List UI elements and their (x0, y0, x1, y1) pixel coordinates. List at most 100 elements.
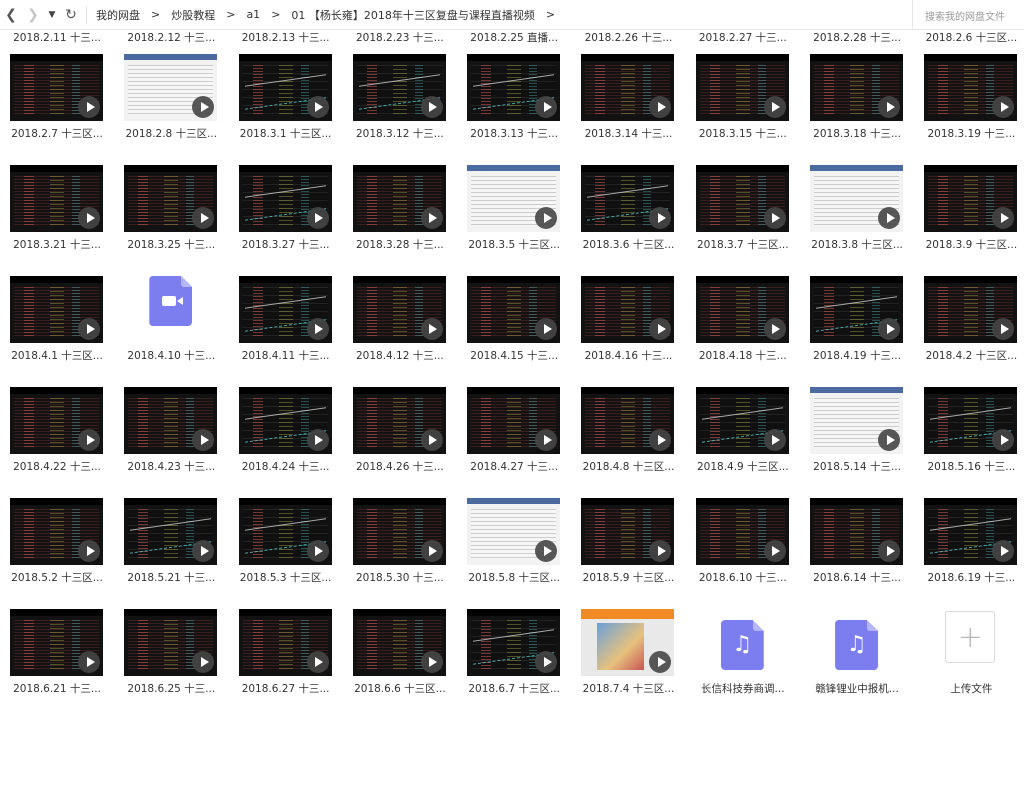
file-item[interactable]: 2018.5.9 十三区... (577, 490, 691, 601)
file-item[interactable]: ♫ 赣锋锂业中报机... (806, 601, 920, 712)
file-item[interactable]: 2018.4.27 十三... (463, 379, 577, 490)
video-thumbnail[interactable] (467, 387, 561, 454)
video-thumbnail[interactable] (124, 165, 218, 232)
video-thumbnail[interactable] (924, 165, 1018, 232)
file-item[interactable]: 2018.4.11 十三... (235, 268, 349, 379)
file-item[interactable]: 2018.4.15 十三... (463, 268, 577, 379)
video-thumbnail[interactable] (10, 165, 103, 232)
video-thumbnail[interactable] (924, 387, 1018, 454)
video-thumbnail[interactable] (467, 609, 561, 676)
video-thumbnail[interactable] (695, 276, 789, 343)
file-item[interactable]: 2018.2.7 十三区... (6, 46, 120, 157)
file-item[interactable]: 2018.2.13 十三... (235, 30, 349, 46)
file-item[interactable]: 2018.6.25 十三... (120, 601, 234, 712)
file-item[interactable]: 2018.2.26 十三... (577, 30, 691, 46)
video-thumbnail[interactable] (581, 54, 675, 121)
file-item[interactable]: 2018.4.16 十三... (577, 268, 691, 379)
play-icon[interactable] (78, 429, 100, 451)
play-icon[interactable] (420, 96, 443, 118)
play-icon[interactable] (878, 207, 901, 229)
video-thumbnail[interactable] (10, 387, 103, 454)
file-item[interactable]: 2018.5.16 十三... (920, 379, 1024, 490)
file-item[interactable]: 2018.2.23 十三... (349, 30, 463, 46)
file-item[interactable]: 2018.4.22 十三... (6, 379, 120, 490)
video-thumbnail[interactable] (238, 609, 332, 676)
video-thumbnail[interactable] (810, 276, 904, 343)
video-thumbnail[interactable] (581, 276, 675, 343)
file-item[interactable]: 2018.4.2 十三区... (920, 268, 1024, 379)
file-item[interactable]: 2018.2.6 十三区... (920, 30, 1024, 46)
play-icon[interactable] (420, 540, 443, 562)
file-item[interactable]: 2018.2.25 直播... (463, 30, 577, 46)
file-item[interactable]: 2018.4.18 十三... (692, 268, 806, 379)
video-thumbnail[interactable] (695, 387, 789, 454)
play-icon[interactable] (420, 318, 443, 340)
upload-button[interactable]: + 上传文件 (920, 601, 1024, 712)
file-item[interactable]: 2018.3.1 十三区... (235, 46, 349, 157)
file-item[interactable]: 2018.3.21 十三... (6, 157, 120, 268)
video-thumbnail[interactable] (924, 276, 1018, 343)
file-item[interactable]: 2018.4.12 十三... (349, 268, 463, 379)
play-icon[interactable] (420, 651, 443, 673)
file-item[interactable]: 2018.2.8 十三区... (120, 46, 234, 157)
file-item[interactable]: 2018.5.3 十三区... (235, 490, 349, 601)
play-icon[interactable] (763, 540, 786, 562)
file-item[interactable]: 2018.6.14 十三... (806, 490, 920, 601)
video-thumbnail[interactable] (467, 54, 561, 121)
play-icon[interactable] (420, 429, 443, 451)
file-item[interactable]: 2018.3.9 十三区... (920, 157, 1024, 268)
file-item[interactable]: 2018.3.18 十三... (806, 46, 920, 157)
plus-icon[interactable]: + (945, 611, 996, 663)
video-thumbnail[interactable] (581, 165, 675, 232)
file-item[interactable]: 2018.3.7 十三区... (692, 157, 806, 268)
file-item[interactable]: 2018.6.21 十三... (6, 601, 120, 712)
breadcrumb-item[interactable]: 我的网盘 (93, 7, 143, 23)
video-thumbnail[interactable] (238, 387, 332, 454)
video-thumbnail[interactable] (124, 498, 218, 565)
video-thumbnail[interactable] (238, 276, 332, 343)
file-item[interactable]: 2018.5.8 十三区... (463, 490, 577, 601)
file-item[interactable]: 2018.6.7 十三区... (463, 601, 577, 712)
video-thumbnail[interactable] (810, 54, 904, 121)
file-item[interactable]: 2018.3.13 十三... (463, 46, 577, 157)
file-item[interactable]: 2018.2.12 十三... (120, 30, 234, 46)
search-input[interactable]: 搜索我的网盘文件 (912, 0, 1024, 30)
file-item[interactable]: 2018.4.23 十三... (120, 379, 234, 490)
file-item[interactable]: 2018.2.27 十三... (692, 30, 806, 46)
chevron-right-icon[interactable]: ❯ (22, 0, 44, 30)
file-item[interactable]: 2018.2.11 十三... (6, 30, 120, 46)
file-item[interactable]: 2018.4.19 十三... (806, 268, 920, 379)
video-thumbnail[interactable] (238, 498, 332, 565)
video-thumbnail[interactable] (467, 276, 561, 343)
play-icon[interactable] (306, 207, 329, 229)
play-icon[interactable] (78, 318, 100, 340)
file-item[interactable]: 2018.6.6 十三区... (349, 601, 463, 712)
video-thumbnail[interactable] (467, 498, 561, 565)
video-thumbnail[interactable] (352, 498, 446, 565)
video-thumbnail[interactable] (581, 387, 675, 454)
breadcrumb-item[interactable]: 炒股教程 (168, 7, 218, 23)
play-icon[interactable] (763, 207, 786, 229)
play-icon[interactable] (306, 318, 329, 340)
file-item[interactable]: 2018.5.2 十三区... (6, 490, 120, 601)
file-item[interactable]: 2018.3.28 十三... (349, 157, 463, 268)
refresh-icon[interactable]: ↻ (60, 0, 82, 30)
play-icon[interactable] (763, 429, 786, 451)
play-icon[interactable] (78, 540, 100, 562)
video-thumbnail[interactable] (924, 54, 1018, 121)
caret-down-icon[interactable]: ▼ (44, 0, 60, 30)
video-thumbnail[interactable] (467, 165, 561, 232)
video-thumbnail[interactable] (924, 498, 1018, 565)
file-item[interactable]: ♫ 长信科技券商调... (692, 601, 806, 712)
play-icon[interactable] (763, 318, 786, 340)
video-thumbnail[interactable] (581, 609, 675, 676)
play-icon[interactable] (649, 651, 672, 673)
play-icon[interactable] (420, 207, 443, 229)
file-item[interactable]: 2018.4.24 十三... (235, 379, 349, 490)
play-icon[interactable] (78, 651, 100, 673)
video-thumbnail[interactable] (352, 609, 446, 676)
file-item[interactable]: 2018.4.10 十三... (120, 268, 234, 379)
file-item[interactable]: 2018.2.28 十三... (806, 30, 920, 46)
play-icon[interactable] (306, 96, 329, 118)
video-thumbnail[interactable] (124, 54, 218, 121)
